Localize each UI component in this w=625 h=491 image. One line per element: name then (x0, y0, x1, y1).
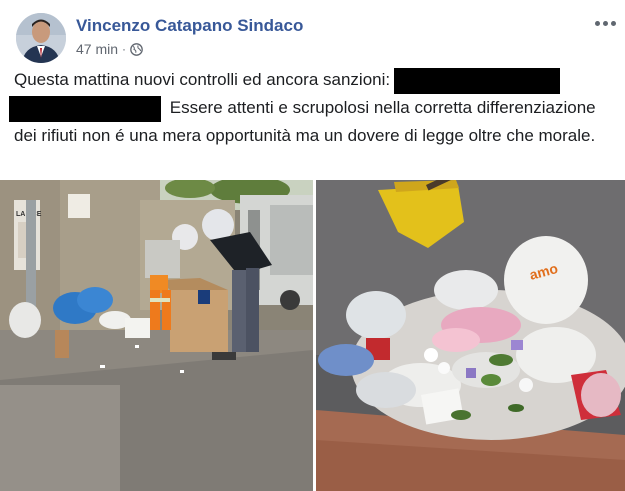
post-meta: 47 min · (76, 41, 143, 57)
post-timestamp[interactable]: 47 min (76, 41, 118, 57)
author-avatar[interactable] (16, 13, 66, 63)
more-options-icon[interactable] (590, 13, 620, 33)
author-name[interactable]: Vincenzo Catapano Sindaco (76, 16, 303, 36)
photo-street-inspection[interactable]: LA SCE (0, 180, 313, 491)
meta-separator: · (122, 42, 127, 56)
post-text-line1: Questa mattina nuovi controlli ed ancora… (14, 70, 391, 89)
photo-waste-pile[interactable]: amo (316, 180, 625, 491)
globe-icon[interactable] (130, 42, 143, 56)
redaction-box (9, 95, 161, 122)
post-text: Questa mattina nuovi controlli ed ancora… (9, 66, 614, 150)
redaction-box (394, 67, 561, 94)
